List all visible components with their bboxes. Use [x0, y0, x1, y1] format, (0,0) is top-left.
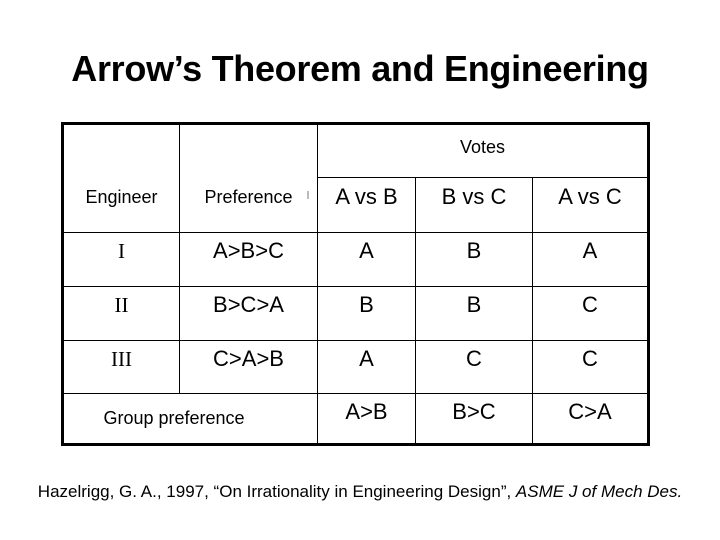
vote-b-vs-c: C — [466, 346, 482, 371]
header-engineer: Engineer — [85, 186, 158, 207]
vote-b-vs-c: B — [466, 292, 482, 317]
slide-title: Arrow’s Theorem and Engineering — [71, 48, 649, 89]
group-result-a-vs-c: C>A — [568, 399, 612, 424]
header-b-vs-c: B vs C — [441, 184, 507, 209]
row-engineer: III — [111, 346, 132, 371]
group-result-a-vs-b: A>B — [345, 399, 388, 424]
vote-a-vs-c: C — [582, 346, 598, 371]
row-engineer: II — [114, 292, 129, 317]
vote-a-vs-c: A — [582, 238, 598, 263]
vote-a-vs-b: A — [359, 238, 374, 263]
header-votes: Votes — [459, 136, 506, 157]
header-a-vs-b: A vs B — [335, 184, 398, 209]
vote-b-vs-c: B — [466, 238, 482, 263]
citation-journal: ASME J of Mech Des. — [515, 482, 683, 501]
vote-a-vs-b: B — [359, 292, 374, 317]
row-preference: B>C>A — [213, 292, 284, 317]
row-preference: A>B>C — [213, 238, 284, 263]
citation: Hazelrigg, G. A., 1997, “On Irrationalit… — [0, 482, 720, 502]
header-preference: Preference — [204, 186, 293, 207]
vote-a-vs-c: C — [582, 292, 598, 317]
row-engineer: I — [118, 238, 125, 263]
group-result-b-vs-c: B>C — [452, 399, 496, 424]
header-a-vs-c: A vs C — [558, 184, 622, 209]
group-preference-label: Group preference — [103, 407, 245, 428]
citation-text: Hazelrigg, G. A., 1997, “On Irrationalit… — [37, 482, 516, 501]
row-preference: C>A>B — [213, 346, 284, 371]
vote-a-vs-b: A — [359, 346, 374, 371]
